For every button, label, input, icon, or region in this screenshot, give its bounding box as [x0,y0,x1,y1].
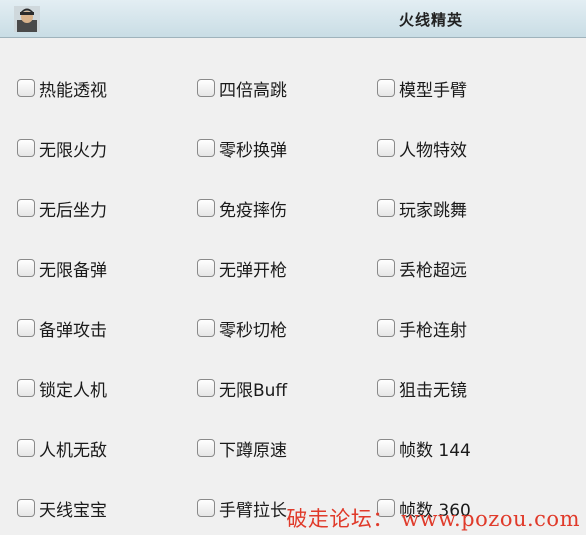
options-grid: 热能透视 无限火力 无后坐力 无限备弹 备弹攻击 锁定人机 人机无敌 天线宝宝 … [0,38,586,535]
checkbox[interactable] [17,79,35,97]
option-pistol-rapid-fire[interactable]: 手枪连射 [377,316,467,341]
option-label: 丢枪超远 [399,260,467,281]
option-no-recoil[interactable]: 无后坐力 [17,196,107,221]
option-bots-invincible[interactable]: 人机无敌 [17,436,107,461]
option-fire-without-ammo[interactable]: 无弹开枪 [197,256,287,281]
checkbox[interactable] [17,319,35,337]
option-label: 无限备弹 [39,260,107,281]
option-unlimited-buff[interactable]: 无限Buff [197,376,288,401]
option-unlimited-firepower[interactable]: 无限火力 [17,136,107,161]
option-label: 帧数 144 [399,440,471,461]
option-label: 热能透视 [39,80,107,101]
option-lock-bots[interactable]: 锁定人机 [17,376,107,401]
option-model-arms[interactable]: 模型手臂 [377,76,467,101]
option-quad-jump[interactable]: 四倍高跳 [197,76,287,101]
option-ammo-attack[interactable]: 备弹攻击 [17,316,107,341]
option-label: 人物特效 [399,140,467,161]
option-label: 零秒切枪 [219,320,287,341]
option-label: 无限Buff [219,380,288,401]
option-label: 四倍高跳 [219,80,287,101]
checkbox[interactable] [377,319,395,337]
title-bar: 火线精英 [0,0,586,38]
window-title: 火线精英 [398,11,463,29]
option-label: 天线宝宝 [39,500,107,521]
option-label: 零秒换弹 [219,140,287,161]
checkbox[interactable] [197,319,215,337]
checkbox[interactable] [197,79,215,97]
checkbox[interactable] [17,259,35,277]
option-far-weapon-throw[interactable]: 丢枪超远 [377,256,467,281]
option-label: 模型手臂 [399,80,467,101]
option-long-arms[interactable]: 手臂拉长 [197,496,287,521]
option-character-effects[interactable]: 人物特效 [377,136,467,161]
option-thermal-vision[interactable]: 热能透视 [17,76,107,101]
checkbox[interactable] [197,439,215,457]
option-instant-weapon-switch[interactable]: 零秒切枪 [197,316,287,341]
checkbox[interactable] [197,139,215,157]
option-label: 手臂拉长 [219,500,287,521]
option-label: 无弹开枪 [219,260,287,281]
option-label: 无限火力 [39,140,107,161]
option-label: 手枪连射 [399,320,467,341]
site-watermark: 破走论坛： www.pozou.com [286,507,580,531]
option-label: 无后坐力 [39,200,107,221]
option-crouch-normal-speed[interactable]: 下蹲原速 [197,436,287,461]
option-player-dance[interactable]: 玩家跳舞 [377,196,467,221]
option-no-fall-damage[interactable]: 免疫摔伤 [197,196,287,221]
option-label: 人机无敌 [39,440,107,461]
checkbox[interactable] [17,379,35,397]
checkbox[interactable] [377,259,395,277]
option-instant-reload[interactable]: 零秒换弹 [197,136,287,161]
checkbox[interactable] [377,139,395,157]
option-label: 备弹攻击 [39,320,107,341]
checkbox[interactable] [377,439,395,457]
checkbox[interactable] [377,79,395,97]
checkbox[interactable] [197,499,215,517]
option-label: 下蹲原速 [219,440,287,461]
option-sniper-no-scope[interactable]: 狙击无镜 [377,376,467,401]
checkbox[interactable] [377,379,395,397]
option-label: 锁定人机 [39,380,107,401]
checkbox[interactable] [17,139,35,157]
option-teletubbies[interactable]: 天线宝宝 [17,496,107,521]
option-label: 免疫摔伤 [219,200,287,221]
checkbox[interactable] [17,199,35,217]
option-label: 狙击无镜 [399,380,467,401]
option-fps-144[interactable]: 帧数 144 [377,436,471,461]
checkbox[interactable] [377,199,395,217]
checkbox[interactable] [197,259,215,277]
checkbox[interactable] [17,499,35,517]
option-label: 玩家跳舞 [399,200,467,221]
option-unlimited-ammo[interactable]: 无限备弹 [17,256,107,281]
checkbox[interactable] [17,439,35,457]
checkbox[interactable] [197,199,215,217]
checkbox[interactable] [197,379,215,397]
